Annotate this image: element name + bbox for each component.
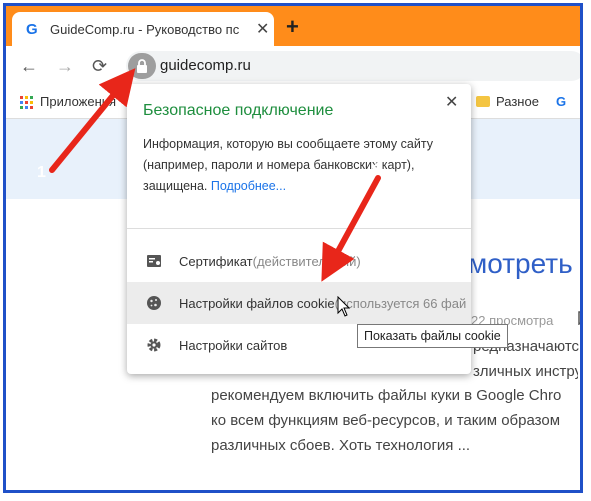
popup-title: Безопасное подключение [143,102,334,119]
popup-close-icon[interactable]: ✕ [445,92,458,112]
address-bar[interactable]: guidecomp.ru [126,51,580,81]
cookie-settings-item[interactable]: Настройки файлов cookie (используется 66… [127,282,471,324]
tab-close-icon[interactable]: ✕ [256,19,269,39]
popup-divider [127,228,471,229]
lock-icon [137,59,147,73]
toolbar: ← → ⟳ guidecomp.ru [6,46,580,86]
bookmark-icon[interactable] [578,311,583,325]
tab-title: GuideComp.ru - Руководство пс [50,21,240,37]
cookie-usage-count: (используется 66 фай [334,295,467,311]
browser-tab[interactable]: G GuideComp.ru - Руководство пс ✕ [12,12,274,46]
new-tab-button[interactable]: + [286,14,299,40]
certificate-label: Сертификат [179,253,253,269]
certificate-status: (действительный) [252,253,361,269]
cookie-settings-label: Настройки файлов cookie [179,295,335,311]
url-text[interactable]: guidecomp.ru [160,57,251,74]
article-text-line: рекомендуем включить файлы куки в Google… [211,387,562,404]
cookie-icon [145,294,163,312]
bookmark-folder-misc[interactable]: Разное [496,94,539,109]
back-button[interactable]: ← [20,56,38,77]
tab-bar: G GuideComp.ru - Руководство пс ✕ + [6,6,580,46]
browser-window: G GuideComp.ru - Руководство пс ✕ + ← → … [3,3,583,493]
apps-grid-icon[interactable] [20,96,34,110]
learn-more-link[interactable]: Подробнее... [211,179,286,193]
certificate-icon [145,252,163,270]
annotation-number-1: 1 [37,164,46,181]
site-info-button[interactable] [128,53,156,79]
article-title[interactable]: мотреть [468,248,573,280]
bookmark-google[interactable]: G [556,94,566,109]
forward-button[interactable]: → [56,56,74,77]
certificate-item[interactable]: Сертификат (действительный) [127,240,471,282]
reload-button[interactable]: ⟳ [92,56,107,77]
annotation-number-2: 2 [372,156,381,173]
article-text-line: ко всем функциям веб-ресурсов, и таким о… [211,412,561,429]
cookie-tooltip: Показать файлы cookie [357,324,508,348]
article-text-line: зличных инстру [473,363,583,380]
site-favicon-icon: G [26,20,38,38]
popup-description-text: Информация, которую вы сообщаете этому с… [143,137,433,193]
bookmark-apps[interactable]: Приложения [40,94,116,109]
scrollbar[interactable] [578,366,580,466]
article-text-line: различных сбоев. Хоть технология ... [211,437,471,454]
gear-icon [145,336,163,354]
site-settings-label: Настройки сайтов [179,337,288,353]
popup-description: Информация, которую вы сообщаете этому с… [143,134,461,197]
folder-icon [476,96,490,107]
mouse-cursor-icon [337,296,351,317]
